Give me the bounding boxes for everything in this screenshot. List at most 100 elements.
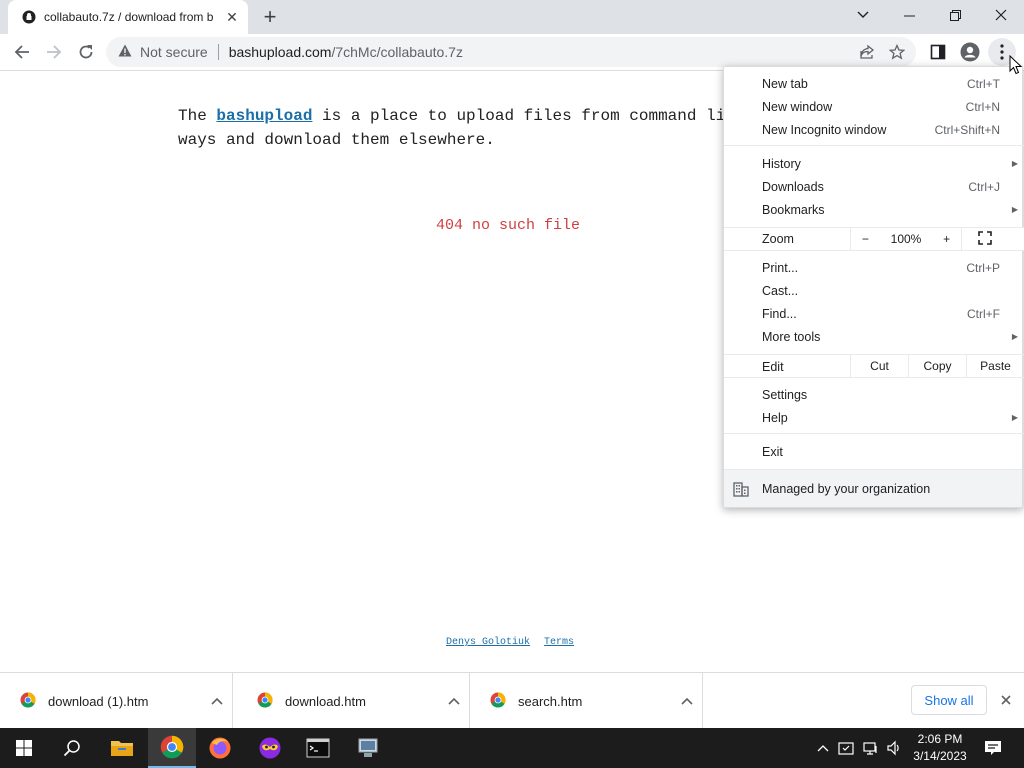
menu-shortcut: Ctrl+F — [967, 306, 1000, 321]
menu-label: Bookmarks — [762, 202, 825, 217]
chrome-file-icon — [490, 692, 506, 711]
menu-item-settings[interactable]: Settings — [724, 383, 1024, 406]
site-info-button[interactable]: Not secure — [118, 44, 208, 60]
profile-avatar-icon[interactable] — [956, 38, 984, 66]
menu-label: New tab — [762, 76, 808, 91]
minimize-icon[interactable] — [886, 0, 932, 30]
intro-prefix: The — [178, 107, 217, 125]
menu-item-exit[interactable]: Exit — [724, 440, 1024, 463]
tray-chevron-icon[interactable] — [814, 728, 832, 768]
fullscreen-icon[interactable] — [978, 231, 994, 247]
page-footer: Denys Golotiuk Terms — [446, 637, 588, 648]
zoom-out-button[interactable]: − — [862, 232, 869, 246]
notification-icon[interactable] — [980, 728, 1006, 768]
intro-suffix: is a place to upload files from command … — [312, 107, 726, 125]
zoom-label: Zoom — [762, 232, 794, 246]
forward-icon[interactable] — [40, 38, 68, 66]
network-app-icon[interactable] — [344, 728, 392, 768]
menu-label: More tools — [762, 329, 821, 344]
paste-button[interactable]: Paste — [966, 355, 1024, 377]
download-item[interactable]: search.htm — [470, 673, 703, 729]
menu-item-downloads[interactable]: Downloads Ctrl+J — [724, 175, 1024, 198]
firefox-icon[interactable] — [196, 728, 244, 768]
chrome-icon[interactable] — [148, 728, 196, 768]
menu-item-help[interactable]: Help ▶ — [724, 406, 1024, 429]
menu-item-new-incognito[interactable]: New Incognito window Ctrl+Shift+N — [724, 118, 1024, 141]
zoom-controls: − 100% + — [850, 228, 962, 250]
tab-strip: collabauto.7z / download from b ✕ + — [0, 0, 1024, 34]
tab-active[interactable]: collabauto.7z / download from b ✕ — [8, 0, 248, 34]
menu-label: New Incognito window — [762, 122, 887, 137]
terms-link[interactable]: Terms — [544, 637, 574, 648]
intro-text: The bashupload is a place to upload file… — [178, 104, 738, 152]
chevron-up-icon[interactable] — [672, 686, 702, 716]
chevron-up-icon[interactable] — [439, 686, 469, 716]
menu-item-new-tab[interactable]: New tab Ctrl+T — [724, 72, 1024, 95]
menu-item-new-window[interactable]: New window Ctrl+N — [724, 95, 1024, 118]
menu-label: Cast... — [762, 283, 799, 298]
side-panel-icon[interactable] — [924, 38, 952, 66]
download-bar-close-icon[interactable] — [996, 690, 1016, 710]
menu-shortcut: Ctrl+J — [968, 179, 1000, 194]
file-explorer-icon[interactable] — [98, 728, 146, 768]
network-icon[interactable] — [860, 728, 882, 768]
menu-item-history[interactable]: History ▶ — [724, 152, 1024, 175]
url-text: bashupload.com/7chMc/collabauto.7z — [229, 44, 463, 60]
zoom-in-button[interactable]: + — [943, 232, 950, 246]
cut-button[interactable]: Cut — [850, 355, 908, 377]
address-bar[interactable]: Not secure bashupload.com/7chMc/collabau… — [106, 37, 916, 67]
url-path: /7chMc/collabauto.7z — [331, 44, 463, 60]
start-icon[interactable] — [0, 728, 48, 768]
menu-shortcut: Ctrl+Shift+N — [934, 122, 1000, 137]
menu-label: Print... — [762, 260, 799, 275]
tab-search-icon[interactable] — [840, 0, 886, 30]
chevron-up-icon[interactable] — [202, 686, 232, 716]
submenu-arrow-icon: ▶ — [1011, 332, 1018, 341]
system-clock[interactable]: 2:06 PM 3/14/2023 — [908, 731, 972, 765]
menu-item-bookmarks[interactable]: Bookmarks ▶ — [724, 198, 1024, 221]
menu-separator — [724, 433, 1024, 434]
mask-app-icon[interactable] — [246, 728, 294, 768]
zoom-level: 100% — [890, 232, 922, 246]
reload-icon[interactable] — [72, 38, 100, 66]
copy-button[interactable]: Copy — [908, 355, 966, 377]
window-close-icon[interactable] — [978, 0, 1024, 30]
submenu-arrow-icon: ▶ — [1011, 159, 1018, 168]
show-all-button[interactable]: Show all — [911, 685, 987, 715]
download-filename: download.htm — [285, 693, 366, 709]
menu-label: Find... — [762, 306, 797, 321]
menu-label: Downloads — [762, 179, 824, 194]
download-item[interactable]: download.htm — [237, 673, 470, 729]
menu-item-cast[interactable]: Cast... — [724, 279, 1024, 302]
edit-label: Edit — [762, 360, 784, 374]
menu-label: New window — [762, 99, 833, 114]
download-item[interactable]: download (1).htm — [0, 673, 233, 729]
terminal-icon[interactable] — [294, 728, 342, 768]
download-bar: download (1).htm download.htm search.htm… — [0, 672, 1024, 729]
security-label: Not secure — [140, 44, 208, 60]
restore-icon[interactable] — [932, 0, 978, 30]
volume-icon[interactable] — [884, 728, 904, 768]
menu-item-print[interactable]: Print... Ctrl+P — [724, 256, 1024, 279]
bookmark-star-icon[interactable] — [882, 37, 912, 67]
managed-label: Managed by your organization — [762, 481, 931, 496]
security-tray-icon[interactable] — [836, 728, 856, 768]
new-tab-button[interactable]: + — [258, 4, 282, 29]
url-host: bashupload.com — [228, 44, 332, 60]
omnibox-divider — [217, 44, 219, 60]
windows-taskbar: 2:06 PM 3/14/2023 — [0, 728, 1024, 768]
tab-close-icon[interactable]: ✕ — [224, 9, 240, 25]
warning-icon — [118, 44, 132, 60]
site-favicon-icon — [22, 10, 36, 24]
bashupload-link[interactable]: bashupload — [216, 107, 312, 125]
menu-item-more-tools[interactable]: More tools ▶ — [724, 325, 1024, 348]
share-icon[interactable] — [852, 37, 882, 67]
search-icon[interactable] — [48, 728, 96, 768]
author-link[interactable]: Denys Golotiuk — [446, 637, 530, 648]
edit-row: Edit Cut Copy Paste — [724, 354, 1024, 378]
tab-title: collabauto.7z / download from b — [44, 10, 214, 24]
managed-by-org[interactable]: Managed by your organization — [724, 469, 1022, 507]
menu-item-find[interactable]: Find... Ctrl+F — [724, 302, 1024, 325]
chrome-menu: New tab Ctrl+T New window Ctrl+N New Incog… — [723, 66, 1024, 508]
back-icon[interactable] — [8, 38, 36, 66]
